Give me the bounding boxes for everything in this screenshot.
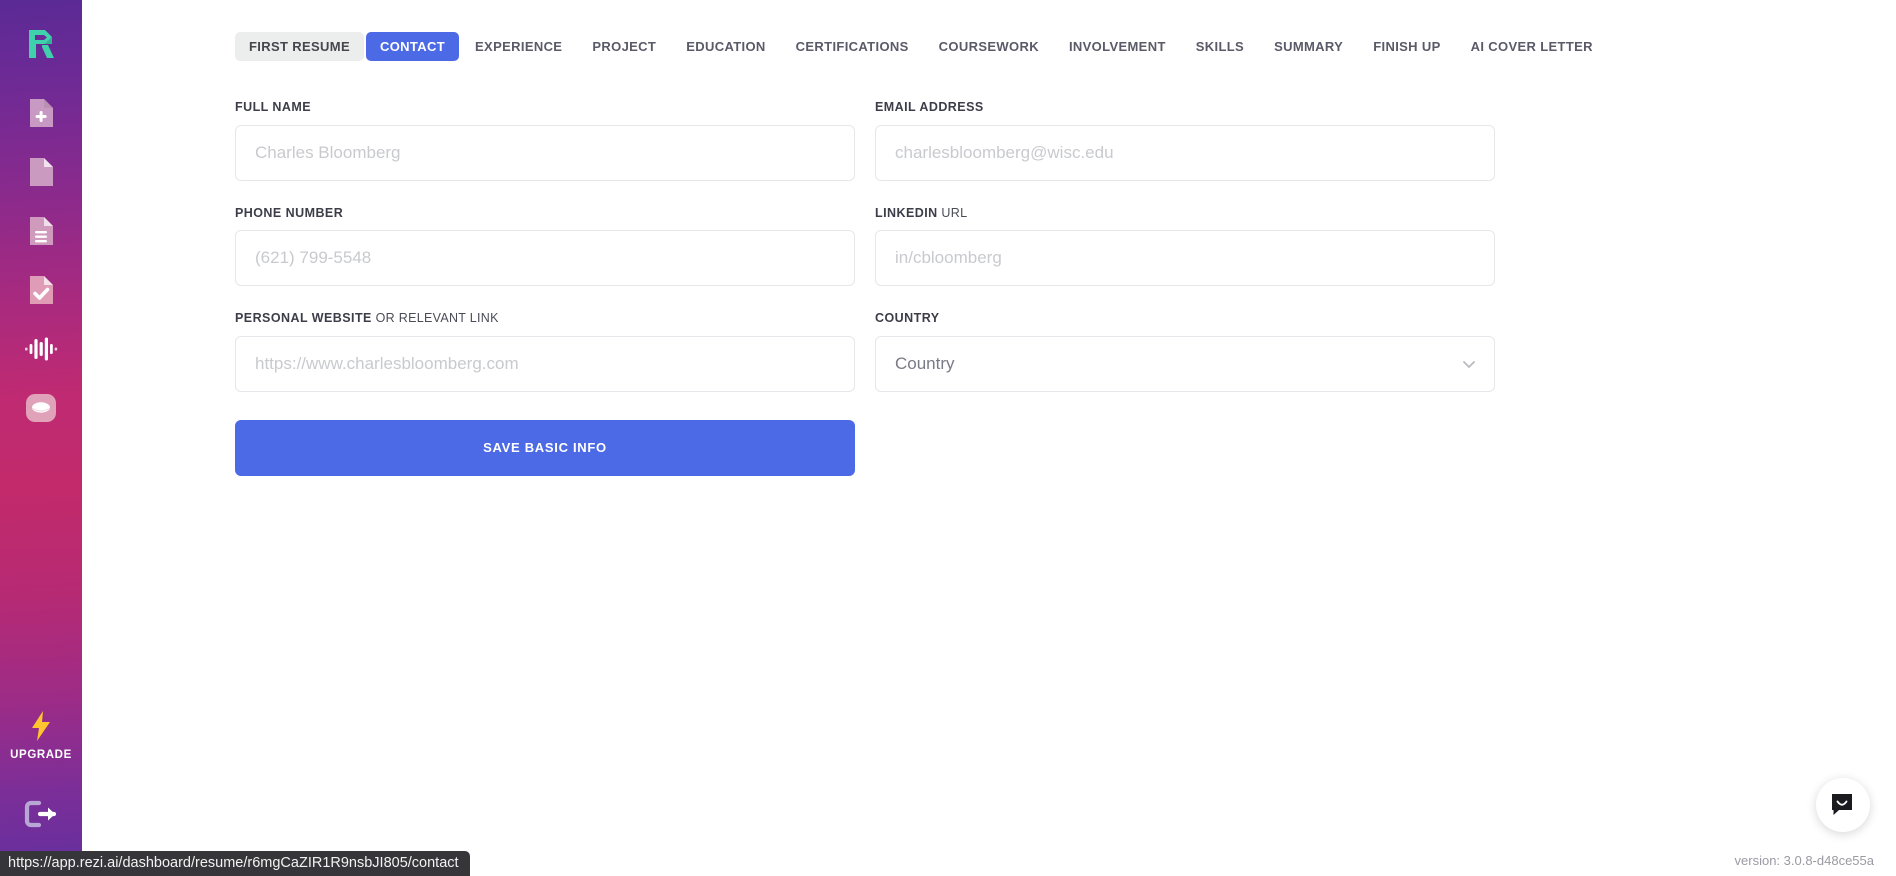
sidebar-item-upgrade[interactable]: UPGRADE <box>0 710 82 761</box>
country-select-value: Country <box>895 353 955 373</box>
tab-skills[interactable]: SKILLS <box>1182 32 1258 61</box>
phone-label: PHONE NUMBER <box>235 205 855 220</box>
country-label-text: COUNTRY <box>875 311 940 325</box>
country-label: COUNTRY <box>875 312 1495 325</box>
sidebar-item-analytics[interactable] <box>16 324 66 374</box>
save-basic-info-button[interactable]: SAVE BASIC INFO <box>235 419 855 476</box>
tab-finish-up[interactable]: FINISH UP <box>1359 32 1454 61</box>
rezi-logo[interactable] <box>19 22 63 66</box>
email-label: EMAIL ADDRESS <box>875 101 1495 114</box>
document-blank-icon <box>30 158 53 186</box>
tab-education[interactable]: EDUCATION <box>672 32 779 61</box>
phone-label-text: PHONE NUMBER <box>235 205 344 220</box>
website-label: PERSONAL WEBSITE OR RELEVANT LINK <box>235 312 855 325</box>
full-name-input[interactable] <box>235 124 855 181</box>
section-tabbar: FIRST RESUME CONTACT EXPERIENCE PROJECT … <box>82 0 1896 61</box>
tab-involvement[interactable]: INVOLVEMENT <box>1055 32 1180 61</box>
tab-ai-cover-letter[interactable]: AI COVER LETTER <box>1457 32 1607 61</box>
app-root: UPGRADE FIRST RESUME CONTACT EXPERIENCE … <box>0 0 1896 876</box>
status-bar-url: https://app.rezi.ai/dashboard/resume/r6m… <box>0 851 470 876</box>
document-check-icon <box>30 276 53 304</box>
waveform-icon <box>25 337 58 361</box>
tab-coursework[interactable]: COURSEWORK <box>925 32 1053 61</box>
website-label-sub: OR RELEVANT LINK <box>371 311 499 325</box>
lightning-bolt-icon <box>32 711 50 741</box>
full-name-label: FULL NAME <box>235 101 855 114</box>
email-input[interactable] <box>875 124 1495 181</box>
sidebar-nav <box>16 88 66 442</box>
website-input[interactable] <box>235 335 855 392</box>
email-label-text: EMAIL ADDRESS <box>875 100 984 114</box>
field-country: COUNTRY Country <box>875 312 1495 392</box>
sidebar-item-resume[interactable] <box>16 147 66 197</box>
field-website: PERSONAL WEBSITE OR RELEVANT LINK <box>235 312 855 392</box>
document-lines-icon <box>30 217 53 245</box>
sidebar-item-new-resume[interactable] <box>16 88 66 138</box>
document-add-icon <box>30 99 53 127</box>
contact-form: FULL NAME EMAIL ADDRESS PHONE NUMBER <box>82 101 1896 476</box>
form-spacer <box>875 418 1495 476</box>
tab-summary[interactable]: SUMMARY <box>1260 32 1357 61</box>
field-linkedin: LINKEDIN URL <box>875 205 1495 286</box>
sidebar-upgrade-label: UPGRADE <box>10 749 72 761</box>
sidebar-item-logout[interactable] <box>0 800 82 828</box>
field-phone: PHONE NUMBER <box>235 205 855 286</box>
tab-experience[interactable]: EXPERIENCE <box>461 32 576 61</box>
linkedin-input[interactable] <box>875 230 1495 286</box>
rezi-logo-icon <box>29 30 54 58</box>
sidebar-item-documents[interactable] <box>16 206 66 256</box>
tab-certifications[interactable]: CERTIFICATIONS <box>782 32 923 61</box>
linkedin-label-text: LINKEDIN <box>875 205 938 220</box>
website-label-text: PERSONAL WEBSITE <box>235 311 372 325</box>
full-name-label-text: FULL NAME <box>235 100 312 114</box>
chat-bubble-icon <box>1832 794 1852 815</box>
main-content: FIRST RESUME CONTACT EXPERIENCE PROJECT … <box>82 0 1896 876</box>
sidebar: UPGRADE <box>0 0 82 876</box>
phone-input[interactable] <box>235 230 855 286</box>
linkedin-label: LINKEDIN URL <box>875 205 1495 220</box>
tab-first-resume[interactable]: FIRST RESUME <box>235 32 364 61</box>
field-full-name: FULL NAME <box>235 101 855 181</box>
tab-project[interactable]: PROJECT <box>578 32 670 61</box>
linkedin-label-sub: URL <box>937 205 968 220</box>
chat-launcher-button[interactable] <box>1816 778 1870 832</box>
sidebar-item-account[interactable] <box>16 383 66 433</box>
tab-contact[interactable]: CONTACT <box>365 32 460 61</box>
logout-icon <box>24 800 57 828</box>
sidebar-item-review[interactable] <box>16 265 66 315</box>
field-email: EMAIL ADDRESS <box>875 101 1495 181</box>
country-select[interactable]: Country <box>875 335 1495 392</box>
badge-oval-icon <box>26 394 56 422</box>
country-select-wrapper: Country <box>875 335 1495 392</box>
version-label: version: 3.0.8-d48ce55a <box>1734 853 1874 868</box>
